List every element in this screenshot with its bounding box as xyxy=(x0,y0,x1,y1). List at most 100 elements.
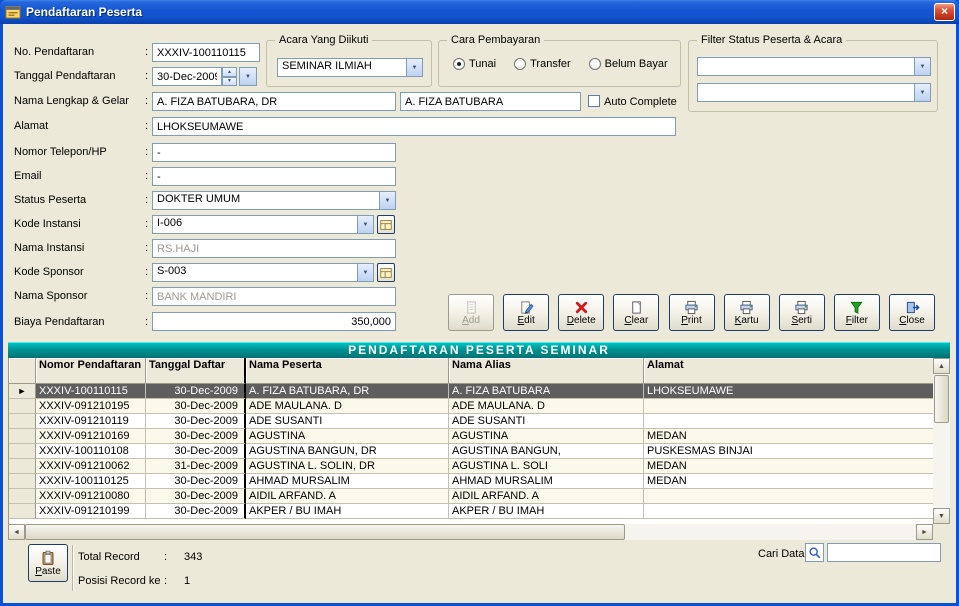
cell-nomor[interactable]: XXXIV-100110125 xyxy=(36,474,146,489)
table-row[interactable]: XXXIV-09121016930-Dec-2009AGUSTINAAGUSTI… xyxy=(9,429,933,444)
nama-sponsor-input[interactable] xyxy=(152,287,396,306)
cell-nama[interactable]: AHMAD MURSALIM xyxy=(246,474,449,489)
instansi-lookup-button[interactable] xyxy=(377,215,395,234)
alamat-input[interactable] xyxy=(152,117,676,136)
cell-alias[interactable]: ADE MAULANA. D xyxy=(449,399,644,414)
auto-complete-checkbox[interactable] xyxy=(588,95,600,107)
horizontal-scroll-thumb[interactable] xyxy=(25,524,625,540)
radio-tunai[interactable]: Tunai xyxy=(453,58,496,70)
table-row[interactable]: XXXIV-09121019930-Dec-2009AKPER / BU IMA… xyxy=(9,504,933,519)
close-window-button[interactable]: × xyxy=(934,3,955,21)
header-alias[interactable]: Nama Alias xyxy=(449,358,644,384)
cell-alamat[interactable]: LHOKSEUMAWE xyxy=(644,384,933,399)
scroll-down-icon[interactable]: ▼ xyxy=(933,508,950,524)
cell-nomor[interactable]: XXXIV-100110108 xyxy=(36,444,146,459)
row-selector-cell[interactable] xyxy=(9,399,36,414)
no-pendaftaran-input[interactable] xyxy=(152,43,260,62)
cell-nomor[interactable]: XXXIV-091210199 xyxy=(36,504,146,519)
radio-dot[interactable] xyxy=(514,58,526,70)
spin-up-icon[interactable]: ▲ xyxy=(222,67,237,77)
nama-instansi-input[interactable] xyxy=(152,239,396,258)
cari-input[interactable] xyxy=(827,543,941,562)
kartu-button[interactable]: Kartu xyxy=(724,294,770,331)
table-row[interactable]: ►XXXIV-10011011530-Dec-2009A. FIZA BATUB… xyxy=(9,384,933,399)
row-selector-cell[interactable] xyxy=(9,429,36,444)
email-input[interactable] xyxy=(152,167,396,186)
row-selector-cell[interactable] xyxy=(9,504,36,519)
cell-tanggal[interactable]: 30-Dec-2009 xyxy=(146,474,246,489)
filter-status-select[interactable]: ▼ xyxy=(697,57,931,76)
cell-tanggal[interactable]: 30-Dec-2009 xyxy=(146,399,246,414)
cell-tanggal[interactable]: 30-Dec-2009 xyxy=(146,504,246,519)
kode-sponsor-select[interactable]: S-003 ▼ xyxy=(152,263,374,282)
cell-alamat[interactable]: PUSKESMAS BINJAI xyxy=(644,444,933,459)
cell-nama[interactable]: AGUSTINA xyxy=(246,429,449,444)
clear-button[interactable]: Clear xyxy=(613,294,659,331)
cell-alias[interactable]: AGUSTINA BANGUN, xyxy=(449,444,644,459)
row-selector-cell[interactable] xyxy=(9,489,36,504)
cell-tanggal[interactable]: 30-Dec-2009 xyxy=(146,489,246,504)
cell-nama[interactable]: ADE MAULANA. D xyxy=(246,399,449,414)
cell-nomor[interactable]: XXXIV-091210062 xyxy=(36,459,146,474)
cell-tanggal[interactable]: 30-Dec-2009 xyxy=(146,384,246,399)
cell-nomor[interactable]: XXXIV-091210080 xyxy=(36,489,146,504)
tanggal-input[interactable] xyxy=(152,67,222,86)
kode-instansi-select[interactable]: I-006 ▼ xyxy=(152,215,374,234)
serti-button[interactable]: Serti xyxy=(779,294,825,331)
cell-alias[interactable]: AHMAD MURSALIM xyxy=(449,474,644,489)
header-tanggal[interactable]: Tanggal Daftar xyxy=(146,358,246,384)
add-button[interactable]: Add xyxy=(448,294,494,331)
close-button[interactable]: Close xyxy=(889,294,935,331)
cell-nama[interactable]: A. FIZA BATUBARA, DR xyxy=(246,384,449,399)
date-dropdown-button[interactable]: ▼ xyxy=(239,67,257,86)
telepon-input[interactable] xyxy=(152,143,396,162)
cell-nama[interactable]: AGUSTINA BANGUN, DR xyxy=(246,444,449,459)
vertical-scrollbar[interactable]: ▲ ▼ xyxy=(933,358,950,524)
cell-alamat[interactable] xyxy=(644,414,933,429)
cell-alamat[interactable]: MEDAN xyxy=(644,429,933,444)
edit-button[interactable]: Edit xyxy=(503,294,549,331)
table-row[interactable]: XXXIV-10011010830-Dec-2009AGUSTINA BANGU… xyxy=(9,444,933,459)
chevron-down-icon[interactable]: ▼ xyxy=(914,58,930,75)
cell-alias[interactable]: ADE SUSANTI xyxy=(449,414,644,429)
scroll-left-icon[interactable]: ◄ xyxy=(8,524,25,540)
cell-alamat[interactable] xyxy=(644,489,933,504)
horizontal-scrollbar[interactable]: ◄ ► xyxy=(8,524,933,540)
cell-alias[interactable]: AGUSTINA xyxy=(449,429,644,444)
chevron-down-icon[interactable]: ▼ xyxy=(240,68,256,85)
row-selector-cell[interactable] xyxy=(9,414,36,429)
chevron-down-icon[interactable]: ▼ xyxy=(406,59,422,76)
header-nama[interactable]: Nama Peserta xyxy=(246,358,449,384)
cell-nama[interactable]: ADE SUSANTI xyxy=(246,414,449,429)
cell-tanggal[interactable]: 30-Dec-2009 xyxy=(146,414,246,429)
nama-lengkap-input[interactable] xyxy=(152,92,396,111)
acara-select[interactable]: SEMINAR ILMIAH ▼ xyxy=(277,58,423,77)
row-selector-cell[interactable] xyxy=(9,459,36,474)
cell-nama[interactable]: AIDIL ARFAND. A xyxy=(246,489,449,504)
cell-nomor[interactable]: XXXIV-091210195 xyxy=(36,399,146,414)
cell-nomor[interactable]: XXXIV-100110115 xyxy=(36,384,146,399)
biaya-input[interactable] xyxy=(152,312,396,331)
sponsor-lookup-button[interactable] xyxy=(377,263,395,282)
filter-button[interactable]: Filter xyxy=(834,294,880,331)
table-row[interactable]: XXXIV-09121008030-Dec-2009AIDIL ARFAND. … xyxy=(9,489,933,504)
date-spinner[interactable]: ▲▼ xyxy=(222,67,237,86)
chevron-down-icon[interactable]: ▼ xyxy=(379,192,395,209)
table-row[interactable]: XXXIV-09121006231-Dec-2009 AGUSTINA L. SO… xyxy=(9,459,933,474)
vertical-scroll-thumb[interactable] xyxy=(934,375,949,423)
header-nomor[interactable]: Nomor Pendaftaran xyxy=(36,358,146,384)
cell-alias[interactable]: AGUSTINA L. SOLI xyxy=(449,459,644,474)
cell-alamat[interactable] xyxy=(644,504,933,519)
cell-alamat[interactable] xyxy=(644,399,933,414)
paste-button[interactable]: Paste xyxy=(28,544,68,582)
chevron-down-icon[interactable]: ▼ xyxy=(357,264,373,281)
row-selector-cell[interactable] xyxy=(9,474,36,489)
cell-alias[interactable]: A. FIZA BATUBARA xyxy=(449,384,644,399)
cell-nama[interactable]: AKPER / BU IMAH xyxy=(246,504,449,519)
cell-alias[interactable]: AKPER / BU IMAH xyxy=(449,504,644,519)
cell-tanggal[interactable]: 31-Dec-2009 xyxy=(146,459,246,474)
print-button[interactable]: Print xyxy=(669,294,715,331)
header-alamat[interactable]: Alamat xyxy=(644,358,934,384)
chevron-down-icon[interactable]: ▼ xyxy=(914,84,930,101)
spin-down-icon[interactable]: ▼ xyxy=(222,77,237,87)
